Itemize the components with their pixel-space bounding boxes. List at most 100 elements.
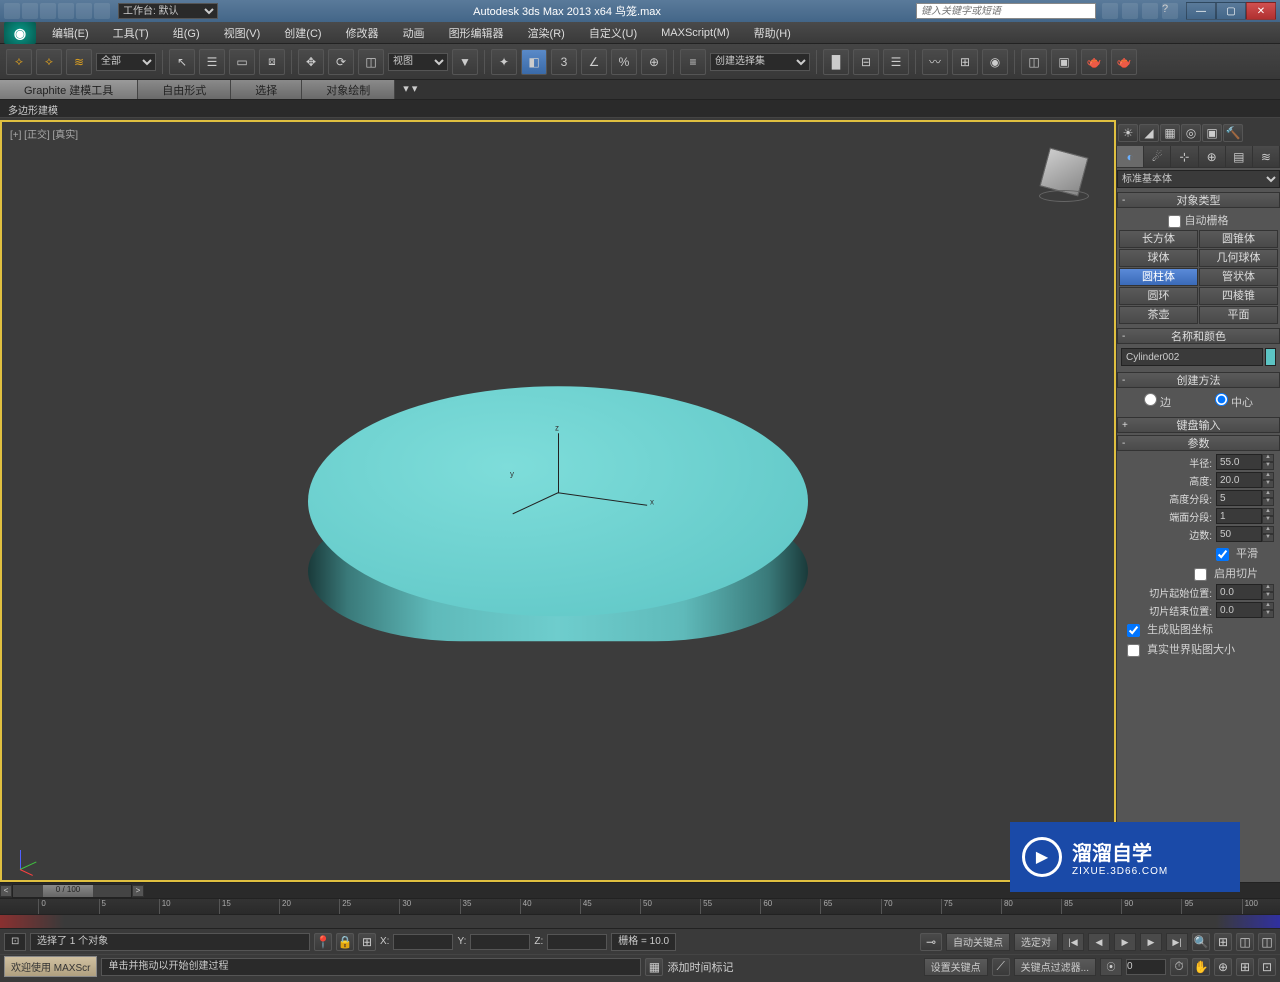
select-icon[interactable]: ↖ [169, 49, 195, 75]
rollout-header-object-type[interactable]: -对象类型 [1117, 192, 1280, 208]
creation-edge-radio[interactable]: 边 [1144, 393, 1171, 410]
open-icon[interactable] [22, 3, 38, 19]
zoom-all-icon[interactable]: ⊞ [1214, 933, 1232, 951]
render-icon[interactable]: 🫖 [1111, 49, 1137, 75]
minimize-button[interactable]: — [1186, 2, 1216, 20]
mirror-icon[interactable]: ▐▌ [823, 49, 849, 75]
bind-icon[interactable]: ≋ [66, 49, 92, 75]
create-tab-icon[interactable]: ◐ [1117, 146, 1144, 167]
curve-editor-icon[interactable]: 〰 [922, 49, 948, 75]
vp-edge-icon[interactable]: ▦ [1160, 124, 1180, 142]
primitive-torus[interactable]: 圆环 [1119, 287, 1198, 305]
select-window-icon[interactable]: ⧈ [259, 49, 285, 75]
height-spinner[interactable]: ▲▼ [1216, 472, 1274, 488]
lock-selection-icon[interactable]: 📍 [314, 933, 332, 951]
search-icon[interactable] [1102, 3, 1118, 19]
ribbon-collapse-icon[interactable]: ▾ ▾ [395, 80, 425, 99]
undo-icon[interactable] [58, 3, 74, 19]
render-setup-icon[interactable]: ◫ [1021, 49, 1047, 75]
primitive-geosphere[interactable]: 几何球体 [1199, 249, 1278, 267]
lock-icon[interactable]: 🔒 [336, 933, 354, 951]
height-seg-spinner[interactable]: ▲▼ [1216, 490, 1274, 506]
pivot-icon[interactable]: ▼ [452, 49, 478, 75]
radius-spinner[interactable]: ▲▼ [1216, 454, 1274, 470]
ribbon-tab-graphite[interactable]: Graphite 建模工具 [0, 80, 138, 99]
primitive-teapot[interactable]: 茶壶 [1119, 306, 1198, 324]
min-max-icon[interactable]: ⊡ [1258, 958, 1276, 976]
vp-light-icon[interactable]: ☀ [1118, 124, 1138, 142]
menu-maxscript[interactable]: MAXScript(M) [649, 27, 741, 39]
workspace-dropdown[interactable]: 工作台: 默认 [118, 3, 218, 19]
manipulate-icon[interactable]: ✦ [491, 49, 517, 75]
menu-animation[interactable]: 动画 [391, 25, 437, 41]
maxscript-listener-tab[interactable]: 欢迎使用 MAXScr [4, 956, 97, 977]
help-search-input[interactable] [916, 3, 1096, 19]
viewport-label[interactable]: [+] [正交] [真实] [10, 126, 78, 141]
slider-right-icon[interactable]: > [132, 885, 144, 897]
slice-from-spinner[interactable]: ▲▼ [1216, 584, 1274, 600]
snap-toggle-icon[interactable]: ◧ [521, 49, 547, 75]
pan-icon[interactable]: ✋ [1192, 958, 1210, 976]
layers-icon[interactable]: ☰ [883, 49, 909, 75]
z-coord-input[interactable] [547, 934, 607, 950]
help-icon[interactable]: ? [1162, 3, 1178, 19]
coord-system[interactable]: 视图 [388, 53, 448, 71]
current-frame-input[interactable] [1126, 959, 1166, 975]
select-rect-icon[interactable]: ▭ [229, 49, 255, 75]
menu-create[interactable]: 创建(C) [272, 25, 333, 41]
add-time-tag-label[interactable]: 添加时间标记 [667, 959, 733, 975]
time-ruler[interactable]: 0510152025303540455055606570758085909510… [0, 898, 1280, 914]
rollout-header-params[interactable]: -参数 [1117, 435, 1280, 451]
vp-safe-icon[interactable]: ▣ [1202, 124, 1222, 142]
time-slider-thumb[interactable]: 0 / 100 [43, 885, 93, 897]
favorite-icon[interactable] [1142, 3, 1158, 19]
render-frame-icon[interactable]: ▣ [1051, 49, 1077, 75]
redo-icon[interactable] [76, 3, 92, 19]
primitive-plane[interactable]: 平面 [1199, 306, 1278, 324]
goto-start-icon[interactable]: |◀ [1062, 933, 1084, 951]
link-icon[interactable] [94, 3, 110, 19]
menu-customize[interactable]: 自定义(U) [577, 25, 649, 41]
percent-snap-icon[interactable]: % [611, 49, 637, 75]
set-key-button[interactable]: 设置关键点 [924, 958, 988, 976]
hierarchy-tab-icon[interactable]: ⊹ [1171, 146, 1198, 167]
sides-spinner[interactable]: ▲▼ [1216, 526, 1274, 542]
menu-graph-editors[interactable]: 图形编辑器 [437, 25, 516, 41]
object-color-swatch[interactable] [1265, 348, 1276, 366]
spinner-snap-icon[interactable]: ⊕ [641, 49, 667, 75]
isolate-icon[interactable]: ⊞ [358, 933, 376, 951]
menu-tools[interactable]: 工具(T) [101, 25, 161, 41]
menu-rendering[interactable]: 渲染(R) [516, 25, 577, 41]
align-icon[interactable]: ⊟ [853, 49, 879, 75]
select-name-icon[interactable]: ☰ [199, 49, 225, 75]
key-mode-icon[interactable]: ⊸ [920, 933, 942, 951]
smooth-checkbox[interactable]: 平滑 [1216, 548, 1258, 560]
slice-to-spinner[interactable]: ▲▼ [1216, 602, 1274, 618]
key-filter-icon[interactable]: ⟋ [992, 958, 1010, 976]
maximize-button[interactable]: ▢ [1216, 2, 1246, 20]
key-mode-toggle-icon[interactable]: ⦿ [1100, 958, 1122, 976]
move-icon[interactable]: ✥ [298, 49, 324, 75]
auto-grid-checkbox[interactable]: 自动栅格 [1168, 215, 1228, 227]
zoom-icon[interactable]: 🔍 [1192, 933, 1210, 951]
menu-modifiers[interactable]: 修改器 [334, 25, 391, 41]
selection-filter[interactable]: 全部 [96, 53, 156, 71]
primitive-tube[interactable]: 管状体 [1199, 268, 1278, 286]
named-selection-set[interactable]: 创建选择集 [710, 53, 810, 71]
schematic-icon[interactable]: ⊞ [952, 49, 978, 75]
vp-hammer-icon[interactable]: 🔨 [1223, 124, 1243, 142]
x-coord-input[interactable] [393, 934, 453, 950]
max-viewport-icon[interactable]: ⊞ [1236, 958, 1254, 976]
time-config-icon[interactable]: ⏱ [1170, 958, 1188, 976]
y-coord-input[interactable] [470, 934, 530, 950]
menu-edit[interactable]: 编辑(E) [40, 25, 101, 41]
geometry-type-dropdown[interactable]: 标准基本体 [1117, 170, 1280, 188]
viewport[interactable]: [+] [正交] [真实] z x y [0, 120, 1116, 882]
auto-key-button[interactable]: 自动关键点 [946, 933, 1010, 951]
fov-icon[interactable]: ◫ [1258, 933, 1276, 951]
save-icon[interactable] [40, 3, 56, 19]
rotate-icon[interactable]: ⟳ [328, 49, 354, 75]
motion-tab-icon[interactable]: ⊕ [1199, 146, 1226, 167]
primitive-cylinder[interactable]: 圆柱体 [1119, 268, 1198, 286]
gen-uv-checkbox[interactable]: 生成贴图坐标 [1127, 624, 1213, 636]
